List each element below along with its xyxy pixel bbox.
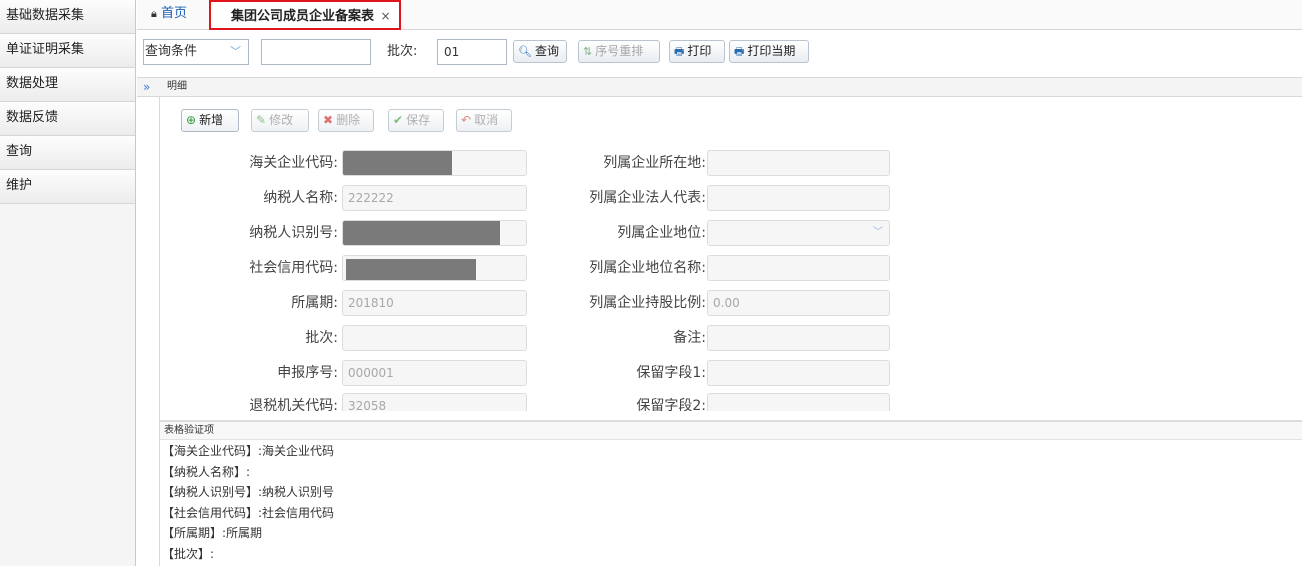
field-label-period: 所属期: <box>291 295 338 311</box>
undo-arrow-icon: ↶ <box>461 113 472 127</box>
customs-code-input[interactable] <box>342 150 527 176</box>
search-icon: 🔍︎ <box>518 45 532 58</box>
sidebar-item-data-feedback[interactable]: 数据反馈 <box>0 102 135 136</box>
delete-button[interactable]: ✖ 删除 <box>318 109 374 132</box>
print-current-button[interactable]: 🖶 打印当期 <box>729 40 809 63</box>
validation-panel-header: 表格验证项 <box>160 420 1302 440</box>
field-label-tax-office-code: 退税机关代码: <box>249 398 338 411</box>
print-button[interactable]: 🖶 打印 <box>669 40 725 63</box>
print-current-button-label: 打印当期 <box>747 44 796 58</box>
tab-active-label: 集团公司成员企业备案表 <box>231 9 375 24</box>
validation-item: 【海关企业代码】:海关企业代码 <box>162 444 335 458</box>
cancel-button[interactable]: ↶ 取消 <box>456 109 512 132</box>
tax-office-code-input[interactable]: 32058 <box>342 393 527 411</box>
reorder-icon: ⇅ <box>583 45 593 58</box>
field-label-declaration-no: 申报序号: <box>277 365 338 381</box>
field-label-batch: 批次: <box>305 330 338 346</box>
taxpayer-id-input[interactable] <box>342 220 527 246</box>
sidebar: 基础数据采集 单证证明采集 数据处理 数据反馈 查询 维护 <box>0 0 136 566</box>
save-button[interactable]: ✔ 保存 <box>388 109 444 132</box>
query-value-input[interactable] <box>261 39 371 65</box>
printer-icon: 🖶 <box>674 45 685 58</box>
sidebar-item-basic-data[interactable]: 基础数据采集 <box>0 0 135 34</box>
field-label-reserved-2: 保留字段2: <box>636 398 706 411</box>
query-button-label: 查询 <box>534 44 559 58</box>
plus-circle-icon: ⊕ <box>186 113 197 127</box>
field-label-member-status-name: 列属企业地位名称: <box>589 260 706 276</box>
reorder-button-label: 序号重排 <box>595 44 644 58</box>
member-status-select[interactable]: ﹀ <box>707 220 890 246</box>
redacted-value <box>343 221 500 245</box>
lock-icon: 🔒︎ <box>151 7 157 20</box>
cancel-button-label: 取消 <box>474 113 499 127</box>
validation-item: 【社会信用代码】:社会信用代码 <box>162 505 335 520</box>
validation-list: 【海关企业代码】:海关企业代码 【纳税人名称】: 【纳税人识别号】:纳税人识别号… <box>162 441 562 564</box>
delete-x-icon: ✖ <box>323 113 334 127</box>
reorder-button[interactable]: ⇅ 序号重排 <box>578 40 660 63</box>
sidebar-item-query[interactable]: 查询 <box>0 136 135 170</box>
validation-item: 【批次】: <box>162 546 215 561</box>
field-label-taxpayer-name: 纳税人名称: <box>263 190 338 206</box>
query-button[interactable]: 🔍︎ 查询 <box>513 40 567 63</box>
close-icon[interactable]: × <box>381 9 391 23</box>
field-label-member-share-ratio: 列属企业持股比例: <box>589 295 706 311</box>
sidebar-item-data-processing[interactable]: 数据处理 <box>0 68 135 102</box>
member-status-name-input[interactable] <box>707 255 890 281</box>
sidebar-item-document-proof[interactable]: 单证证明采集 <box>0 34 135 68</box>
field-label-member-status: 列属企业地位: <box>617 225 706 241</box>
member-legal-rep-input[interactable] <box>707 185 890 211</box>
redacted-value <box>343 151 452 175</box>
validation-item: 【纳税人名称】: <box>162 464 251 479</box>
field-label-member-location: 列属企业所在地: <box>603 155 706 171</box>
period-input[interactable]: 201810 <box>342 290 527 316</box>
save-button-label: 保存 <box>406 113 431 127</box>
remark-input[interactable] <box>707 325 890 351</box>
record-form: 海关企业代码: 纳税人名称: 222222 纳税人识别号: 社会信用代码: 所属… <box>160 140 1302 411</box>
detail-panel-title: 明细 <box>167 81 187 92</box>
add-button[interactable]: ⊕ 新增 <box>181 109 239 132</box>
field-label-remark: 备注: <box>673 330 706 346</box>
checkmark-icon: ✔ <box>393 113 404 127</box>
double-chevron-right-icon[interactable]: » <box>143 79 150 95</box>
member-location-input[interactable] <box>707 150 890 176</box>
add-button-label: 新增 <box>199 113 224 127</box>
field-label-reserved-1: 保留字段1: <box>636 365 706 381</box>
field-label-taxpayer-id: 纳税人识别号: <box>249 225 338 241</box>
tab-home[interactable]: 🔒︎ 首页 <box>151 0 187 30</box>
print-button-label: 打印 <box>687 44 712 58</box>
batch-input[interactable]: 01 <box>437 39 507 65</box>
reserved-2-input[interactable] <box>707 393 890 411</box>
reserved-1-input[interactable] <box>707 360 890 386</box>
tab-home-label: 首页 <box>161 6 188 21</box>
sidebar-item-maintenance[interactable]: 维护 <box>0 170 135 204</box>
validation-panel-title: 表格验证项 <box>164 425 214 436</box>
tab-bar: 🔒︎ 首页 集团公司成员企业备案表 × <box>137 0 1302 30</box>
credit-code-input[interactable] <box>342 255 527 281</box>
validation-item: 【纳税人识别号】:纳税人识别号 <box>162 485 335 499</box>
query-condition-value: 查询条件 <box>145 44 198 59</box>
taxpayer-name-input[interactable]: 222222 <box>342 185 527 211</box>
query-condition-select[interactable]: 查询条件 ﹀ <box>143 39 249 65</box>
chevron-down-icon: ﹀ <box>873 227 883 238</box>
member-share-ratio-input[interactable]: 0.00 <box>707 290 890 316</box>
declaration-no-input[interactable]: 000001 <box>342 360 527 386</box>
printer-icon: 🖶 <box>734 45 745 58</box>
batch-label: 批次: <box>387 44 418 59</box>
redacted-value <box>346 259 476 280</box>
pencil-icon: ✎ <box>256 113 267 127</box>
field-label-member-legal-rep: 列属企业法人代表: <box>589 190 706 206</box>
chevron-down-icon: ﹀ <box>230 45 241 58</box>
field-label-customs-code: 海关企业代码: <box>249 155 338 171</box>
field-label-credit-code: 社会信用代码: <box>249 260 338 276</box>
form-batch-input[interactable] <box>342 325 527 351</box>
edit-button-label: 修改 <box>269 113 294 127</box>
tab-group-member-record[interactable]: 集团公司成员企业备案表 × <box>209 0 401 30</box>
validation-item: 【所属期】:所属期 <box>162 526 263 540</box>
detail-panel-header: » 明细 <box>137 77 1302 97</box>
edit-button[interactable]: ✎ 修改 <box>251 109 309 132</box>
delete-button-label: 删除 <box>336 113 361 127</box>
query-toolbar: 查询条件 ﹀ 批次: 01 🔍︎ 查询 ⇅ 序号重排 🖶 打印 🖶 打印当期 <box>137 36 1302 72</box>
